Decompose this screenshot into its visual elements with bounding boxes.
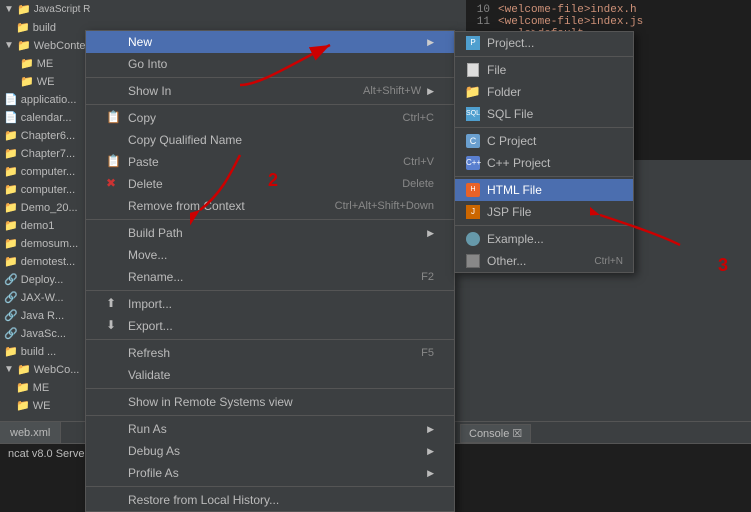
tree-item[interactable]: 🔗 Java R... bbox=[0, 306, 90, 324]
menu-item-copyqualified[interactable]: Copy Qualified Name bbox=[86, 129, 454, 151]
submenu-cppproject[interactable]: C++ C++ Project bbox=[455, 152, 633, 174]
tree-item[interactable]: ▼ 📁 JavaScript Resources bbox=[0, 0, 90, 18]
import-icon: ⬆ bbox=[106, 296, 122, 312]
submenu-jspfile[interactable]: J JSP File bbox=[455, 201, 633, 223]
tree-item[interactable]: 📁 WE bbox=[0, 72, 90, 90]
menu-item-delete[interactable]: ✖ Delete Delete bbox=[86, 173, 454, 195]
tree-item[interactable]: 🔗 JAX-W... bbox=[0, 288, 90, 306]
menu-item-debugas[interactable]: Debug As ▶ bbox=[86, 440, 454, 462]
sep bbox=[455, 176, 633, 177]
menu-item-gointo[interactable]: Go Into bbox=[86, 53, 454, 75]
sep bbox=[455, 127, 633, 128]
menu-item-paste[interactable]: 📋 Paste Ctrl+V bbox=[86, 151, 454, 173]
tree-item[interactable]: 📁 demotest... bbox=[0, 252, 90, 270]
submenu-example[interactable]: Example... bbox=[455, 228, 633, 250]
paste-icon: 📋 bbox=[106, 154, 122, 170]
tree-item[interactable]: 📁 WE bbox=[0, 396, 90, 414]
gointo-icon bbox=[106, 56, 122, 72]
submenu-cproject[interactable]: C C Project bbox=[455, 130, 633, 152]
tree-item[interactable]: 📁 computer... bbox=[0, 180, 90, 198]
menu-item-copy[interactable]: 📋 Copy Ctrl+C bbox=[86, 107, 454, 129]
sep3 bbox=[86, 219, 454, 220]
sep4 bbox=[86, 290, 454, 291]
delete-icon: ✖ bbox=[106, 176, 122, 192]
sep8 bbox=[86, 486, 454, 487]
tree-item[interactable]: 📁 build bbox=[0, 18, 90, 36]
submenu-sql[interactable]: SQL SQL File bbox=[455, 103, 633, 125]
sep7 bbox=[86, 415, 454, 416]
tree-item[interactable]: 🔗 JavaSc... bbox=[0, 324, 90, 342]
tab-console[interactable]: Console ☒ bbox=[460, 424, 531, 443]
new-icon bbox=[106, 34, 122, 50]
menu-item-profileas[interactable]: Profile As ▶ bbox=[86, 462, 454, 484]
tree-item[interactable]: 📄 applicatio... bbox=[0, 90, 90, 108]
sep bbox=[455, 56, 633, 57]
tab-webxml[interactable]: web.xml bbox=[0, 422, 61, 443]
copy-icon: 📋 bbox=[106, 110, 122, 126]
submenu-other[interactable]: Other... Ctrl+N bbox=[455, 250, 633, 272]
tree-item[interactable]: 📁 build ... bbox=[0, 342, 90, 360]
menu-item-move[interactable]: Move... bbox=[86, 244, 454, 266]
project-tree: ▼ 📁 JavaScript Resources 📁 build ▼ 📁 Web… bbox=[0, 0, 90, 430]
sep1 bbox=[86, 77, 454, 78]
sep5 bbox=[86, 339, 454, 340]
menu-item-import[interactable]: ⬆ Import... bbox=[86, 293, 454, 315]
menu-item-restore[interactable]: Restore from Local History... bbox=[86, 489, 454, 511]
tree-item[interactable]: 📁 Demo_20... bbox=[0, 198, 90, 216]
menu-item-buildpath[interactable]: Build Path ▶ bbox=[86, 222, 454, 244]
submenu-project[interactable]: P Project... bbox=[455, 32, 633, 54]
tree-item[interactable]: 📁 demo1 bbox=[0, 216, 90, 234]
tree-item[interactable]: 📁 demosum... bbox=[0, 234, 90, 252]
tree-item[interactable]: 📁 Chapter7... bbox=[0, 144, 90, 162]
menu-item-validate[interactable]: Validate bbox=[86, 364, 454, 386]
menu-item-removefromcontext[interactable]: Remove from Context Ctrl+Alt+Shift+Down bbox=[86, 195, 454, 217]
menu-item-runas[interactable]: Run As ▶ bbox=[86, 418, 454, 440]
menu-item-rename[interactable]: Rename... F2 bbox=[86, 266, 454, 288]
menu-item-showremote[interactable]: Show in Remote Systems view bbox=[86, 391, 454, 413]
menu-item-new[interactable]: New ▶ P Project... File 📁 Folder SQL SQL… bbox=[86, 31, 454, 53]
submenu-folder[interactable]: 📁 Folder bbox=[455, 81, 633, 103]
submenu-htmlfile[interactable]: H HTML File bbox=[455, 179, 633, 201]
export-icon: ⬇ bbox=[106, 318, 122, 334]
sep bbox=[455, 225, 633, 226]
tree-item[interactable]: ▼ 📁 WebContent bbox=[0, 36, 90, 54]
tree-item[interactable]: ▼ 📁 WebCo... bbox=[0, 360, 90, 378]
tree-item[interactable]: 📁 ME bbox=[0, 378, 90, 396]
sep2 bbox=[86, 104, 454, 105]
context-menu: New ▶ P Project... File 📁 Folder SQL SQL… bbox=[85, 30, 455, 512]
sep6 bbox=[86, 388, 454, 389]
submenu-file[interactable]: File bbox=[455, 59, 633, 81]
submenu-new: P Project... File 📁 Folder SQL SQL File … bbox=[454, 31, 634, 273]
tree-item[interactable]: 📁 ME bbox=[0, 54, 90, 72]
label-number-3: 3 bbox=[718, 255, 728, 276]
menu-item-refresh[interactable]: Refresh F5 bbox=[86, 342, 454, 364]
menu-item-export[interactable]: ⬇ Export... bbox=[86, 315, 454, 337]
tree-item[interactable]: 📁 computer... bbox=[0, 162, 90, 180]
tree-item[interactable]: 🔗 Deploy... bbox=[0, 270, 90, 288]
tree-item[interactable]: 📄 calendar... bbox=[0, 108, 90, 126]
tree-item[interactable]: 📁 Chapter6... bbox=[0, 126, 90, 144]
menu-item-showin[interactable]: Show In Alt+Shift+W ▶ bbox=[86, 80, 454, 102]
